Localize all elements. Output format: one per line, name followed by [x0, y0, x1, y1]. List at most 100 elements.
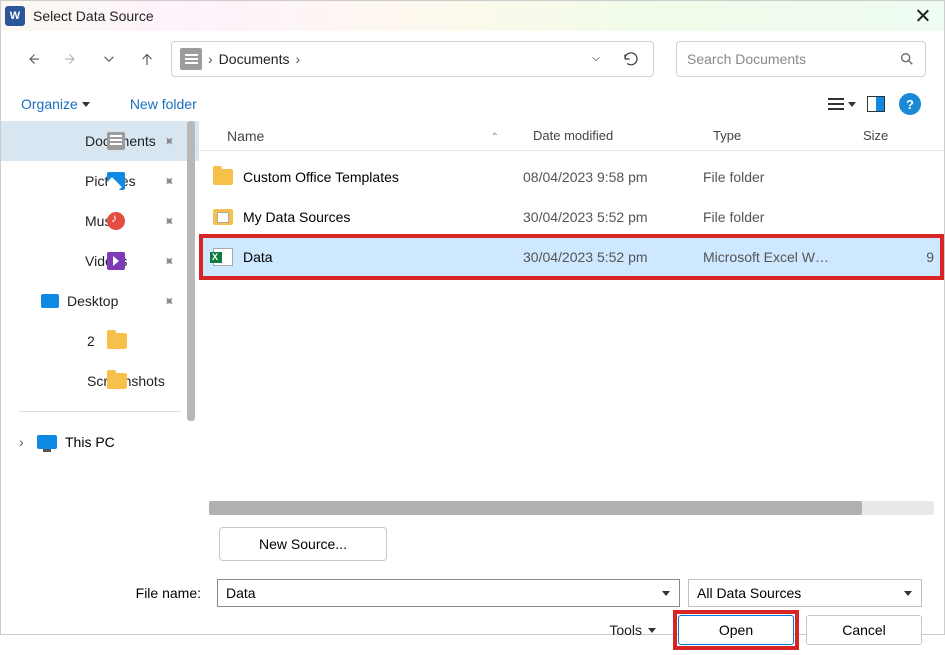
- window-title: Select Data Source: [33, 8, 914, 24]
- pc-icon: [37, 435, 57, 449]
- open-button[interactable]: Open: [678, 615, 794, 645]
- file-type: File folder: [703, 169, 853, 185]
- file-area: Name ⌃ Date modified Type Size Custom Of…: [199, 121, 944, 521]
- column-headers: Name ⌃ Date modified Type Size: [199, 121, 944, 151]
- organize-menu[interactable]: Organize: [21, 96, 90, 112]
- chevron-down-icon[interactable]: [899, 588, 917, 599]
- documents-icon: [180, 48, 202, 70]
- list-view-icon: [828, 98, 843, 110]
- sidebar-item-screenshots[interactable]: Screenshots: [1, 361, 199, 401]
- horizontal-scrollbar[interactable]: [209, 501, 934, 515]
- sidebar-item-this-pc[interactable]: › This PC: [1, 422, 199, 462]
- organize-label: Organize: [21, 96, 78, 112]
- up-button[interactable]: [133, 45, 161, 73]
- refresh-icon: [622, 50, 640, 68]
- sidebar-item-label: Music: [85, 213, 199, 229]
- arrow-left-icon: [24, 50, 42, 68]
- chevron-down-icon: [648, 628, 656, 633]
- file-row[interactable]: My Data Sources 30/04/2023 5:52 pm File …: [199, 197, 944, 237]
- highlight-annotation: Open: [678, 615, 794, 645]
- nav-bar: › Documents ›: [1, 31, 944, 87]
- search-icon: [899, 51, 915, 67]
- videos-icon: [107, 252, 125, 270]
- help-button[interactable]: ?: [896, 90, 924, 118]
- file-type: Microsoft Excel W…: [703, 249, 853, 265]
- excel-file-icon: [213, 248, 233, 266]
- word-app-icon: W: [5, 6, 25, 26]
- pictures-icon: [107, 172, 125, 190]
- back-button[interactable]: [19, 45, 47, 73]
- new-folder-button[interactable]: New folder: [130, 96, 197, 112]
- forward-button[interactable]: [57, 45, 85, 73]
- tools-menu[interactable]: Tools: [609, 622, 656, 638]
- view-menu[interactable]: [828, 90, 856, 118]
- body: Documents ✦ Pictures ✦ Music ✦ Videos ✦ …: [1, 121, 944, 521]
- breadcrumb-location[interactable]: Documents: [219, 51, 290, 67]
- sidebar-item-music[interactable]: Music ✦: [1, 201, 199, 241]
- folder-icon: [107, 373, 127, 389]
- file-date: 30/04/2023 5:52 pm: [523, 249, 703, 265]
- search-input[interactable]: [687, 51, 899, 67]
- file-row[interactable]: Custom Office Templates 08/04/2023 9:58 …: [199, 157, 944, 197]
- tools-label: Tools: [609, 622, 642, 638]
- chevron-right-icon: ›: [208, 51, 213, 67]
- data-source-folder-icon: [213, 209, 233, 225]
- close-icon[interactable]: [914, 7, 932, 25]
- filename-input[interactable]: [226, 585, 657, 601]
- file-row[interactable]: Data 30/04/2023 5:52 pm Microsoft Excel …: [199, 237, 944, 277]
- folder-icon: [213, 169, 233, 185]
- file-name: Custom Office Templates: [243, 169, 399, 185]
- sidebar-item-label: Desktop: [67, 293, 199, 309]
- file-name: My Data Sources: [243, 209, 350, 225]
- file-date: 30/04/2023 5:52 pm: [523, 209, 703, 225]
- sidebar-item-videos[interactable]: Videos ✦: [1, 241, 199, 281]
- refresh-button[interactable]: [617, 45, 645, 73]
- sidebar-item-label: Documents: [85, 133, 199, 149]
- chevron-down-icon: [100, 50, 118, 68]
- desktop-icon: [41, 294, 59, 308]
- sidebar-item-label: 2: [87, 333, 199, 349]
- new-source-button[interactable]: New Source...: [219, 527, 387, 561]
- sidebar-item-label: Videos: [85, 253, 199, 269]
- chevron-down-icon[interactable]: [589, 52, 603, 66]
- filename-label: File name:: [23, 585, 209, 601]
- sidebar-item-label: Screenshots: [87, 373, 199, 389]
- chevron-down-icon: [82, 102, 90, 107]
- title-bar: W Select Data Source: [1, 1, 944, 31]
- recent-dropdown[interactable]: [95, 45, 123, 73]
- chevron-down-icon[interactable]: [657, 588, 675, 599]
- chevron-right-icon: ›: [295, 51, 300, 67]
- column-date[interactable]: Date modified: [523, 128, 703, 143]
- sidebar-item-pictures[interactable]: Pictures ✦: [1, 161, 199, 201]
- arrow-right-icon: [62, 50, 80, 68]
- search-box[interactable]: [676, 41, 926, 77]
- breadcrumb[interactable]: › Documents ›: [171, 41, 654, 77]
- sidebar-item-desktop[interactable]: Desktop ✦: [1, 281, 199, 321]
- file-list: Custom Office Templates 08/04/2023 9:58 …: [199, 151, 944, 497]
- filename-combobox[interactable]: [217, 579, 680, 607]
- folder-icon: [107, 333, 127, 349]
- file-size: 9: [853, 249, 944, 265]
- column-type[interactable]: Type: [703, 128, 853, 143]
- sidebar-item-label: Pictures: [85, 173, 199, 189]
- file-type: File folder: [703, 209, 853, 225]
- filter-label: All Data Sources: [697, 585, 899, 601]
- documents-icon: [107, 132, 125, 150]
- preview-pane-button[interactable]: [862, 90, 890, 118]
- file-date: 08/04/2023 9:58 pm: [523, 169, 703, 185]
- sidebar: Documents ✦ Pictures ✦ Music ✦ Videos ✦ …: [1, 121, 199, 521]
- sidebar-item-2[interactable]: 2: [1, 321, 199, 361]
- column-size[interactable]: Size: [853, 128, 944, 143]
- toolbar: Organize New folder ?: [1, 87, 944, 121]
- music-icon: [107, 212, 125, 230]
- divider: [19, 411, 181, 412]
- sort-indicator-icon: ⌃: [491, 132, 499, 143]
- preview-pane-icon: [867, 96, 885, 112]
- sidebar-item-documents[interactable]: Documents ✦: [1, 121, 199, 161]
- column-name[interactable]: Name ⌃: [199, 128, 523, 144]
- new-folder-label: New folder: [130, 96, 197, 112]
- sidebar-scrollbar[interactable]: [187, 121, 195, 421]
- chevron-down-icon: [848, 102, 856, 107]
- file-type-filter[interactable]: All Data Sources: [688, 579, 922, 607]
- cancel-button[interactable]: Cancel: [806, 615, 922, 645]
